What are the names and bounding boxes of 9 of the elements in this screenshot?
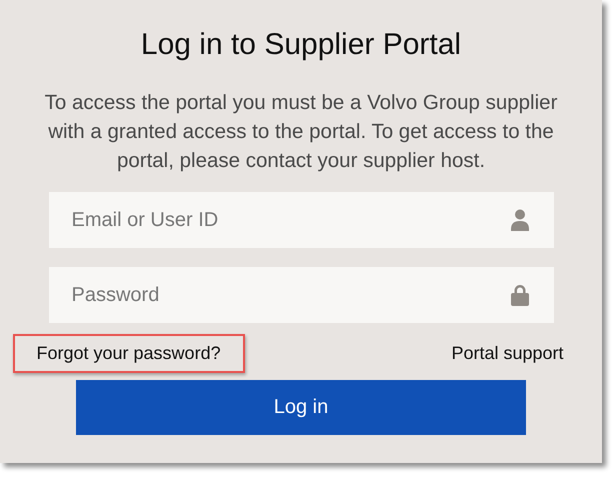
link[interactable]: Forgot your password? [12,334,245,373]
intro-text: To access the portal you must be a Volvo Group supplier with a granted access to the portal. To get access to the portal, please contact your supplier host. [44,90,558,174]
user-icon [510,209,528,231]
input-field[interactable]: Password [48,267,554,323]
page-title: Log in to Supplier Portal [140,28,462,62]
input-field[interactable]: Email or User ID [48,192,554,248]
lock-icon [510,284,528,306]
link[interactable]: Portal support [429,334,564,373]
log-in-button[interactable]: Log in [76,380,526,435]
